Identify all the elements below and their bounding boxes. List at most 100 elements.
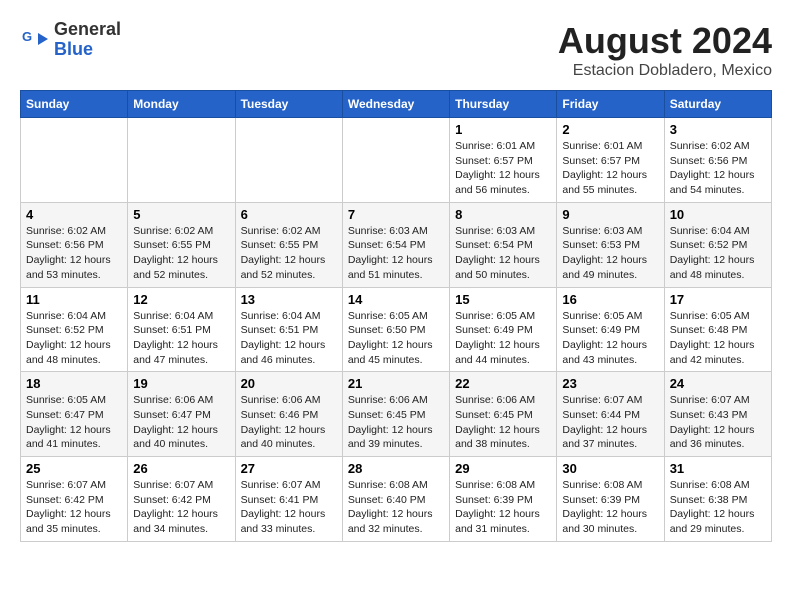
- day-number: 30: [562, 461, 658, 476]
- calendar-cell: 20 Sunrise: 6:06 AMSunset: 6:46 PMDayligh…: [235, 372, 342, 457]
- weekday-thursday: Thursday: [450, 91, 557, 118]
- logo: G General Blue: [20, 20, 121, 60]
- weekday-saturday: Saturday: [664, 91, 771, 118]
- day-info: Sunrise: 6:03 AMSunset: 6:53 PMDaylight:…: [562, 224, 658, 283]
- calendar-cell: 5Sunrise: 6:02 AMSunset: 6:55 PMDaylight…: [128, 202, 235, 287]
- calendar-cell: 6 Sunrise: 6:02 AMSunset: 6:55 PMDaylight…: [235, 202, 342, 287]
- calendar-body: 1 Sunrise: 6:01 AMSunset: 6:57 PMDaylight…: [21, 118, 772, 542]
- day-info: Sunrise: 6:07 AMSunset: 6:41 PMDaylight:…: [241, 478, 337, 537]
- calendar-cell: 16 Sunrise: 6:05 AMSunset: 6:49 PMDayligh…: [557, 287, 664, 372]
- calendar-week-3: 11 Sunrise: 6:04 AMSunset: 6:52 PMDayligh…: [21, 287, 772, 372]
- day-number: 14: [348, 292, 444, 307]
- day-info: Sunrise: 6:08 AMSunset: 6:38 PMDaylight:…: [670, 478, 766, 537]
- day-number: 21: [348, 376, 444, 391]
- logo-icon: G: [20, 25, 50, 55]
- day-info: Sunrise: 6:04 AMSunset: 6:51 PMDaylight:…: [133, 309, 229, 368]
- day-number: 25: [26, 461, 122, 476]
- day-info: Sunrise: 6:06 AMSunset: 6:46 PMDaylight:…: [241, 393, 337, 452]
- day-number: 3: [670, 122, 766, 137]
- calendar-week-4: 18Sunrise: 6:05 AMSunset: 6:47 PMDayligh…: [21, 372, 772, 457]
- day-info: Sunrise: 6:04 AMSunset: 6:51 PMDaylight:…: [241, 309, 337, 368]
- weekday-friday: Friday: [557, 91, 664, 118]
- calendar-cell: 1 Sunrise: 6:01 AMSunset: 6:57 PMDaylight…: [450, 118, 557, 203]
- day-info: Sunrise: 6:05 AMSunset: 6:50 PMDaylight:…: [348, 309, 444, 368]
- day-info: Sunrise: 6:06 AMSunset: 6:45 PMDaylight:…: [348, 393, 444, 452]
- day-info: Sunrise: 6:06 AMSunset: 6:47 PMDaylight:…: [133, 393, 229, 452]
- day-info: Sunrise: 6:05 AMSunset: 6:48 PMDaylight:…: [670, 309, 766, 368]
- day-number: 2: [562, 122, 658, 137]
- day-info: Sunrise: 6:02 AMSunset: 6:56 PMDaylight:…: [26, 224, 122, 283]
- calendar-cell: 4 Sunrise: 6:02 AMSunset: 6:56 PMDaylight…: [21, 202, 128, 287]
- day-info: Sunrise: 6:08 AMSunset: 6:39 PMDaylight:…: [455, 478, 551, 537]
- weekday-header-row: SundayMondayTuesdayWednesdayThursdayFrid…: [21, 91, 772, 118]
- logo-line2: Blue: [54, 39, 93, 59]
- calendar-cell: 27 Sunrise: 6:07 AMSunset: 6:41 PMDayligh…: [235, 457, 342, 542]
- day-info: Sunrise: 6:07 AMSunset: 6:44 PMDaylight:…: [562, 393, 658, 452]
- day-number: 16: [562, 292, 658, 307]
- day-number: 1: [455, 122, 551, 137]
- calendar-week-2: 4 Sunrise: 6:02 AMSunset: 6:56 PMDaylight…: [21, 202, 772, 287]
- day-number: 28: [348, 461, 444, 476]
- day-info: Sunrise: 6:07 AMSunset: 6:43 PMDaylight:…: [670, 393, 766, 452]
- calendar-cell: [21, 118, 128, 203]
- page-header: G General Blue August 2024 Estacion Dobl…: [20, 20, 772, 80]
- calendar-cell: 18Sunrise: 6:05 AMSunset: 6:47 PMDayligh…: [21, 372, 128, 457]
- day-number: 26: [133, 461, 229, 476]
- day-number: 22: [455, 376, 551, 391]
- day-info: Sunrise: 6:05 AMSunset: 6:49 PMDaylight:…: [562, 309, 658, 368]
- logo-line1: General: [54, 19, 121, 39]
- day-info: Sunrise: 6:03 AMSunset: 6:54 PMDaylight:…: [348, 224, 444, 283]
- calendar-cell: 7Sunrise: 6:03 AMSunset: 6:54 PMDaylight…: [342, 202, 449, 287]
- day-number: 10: [670, 207, 766, 222]
- day-number: 19: [133, 376, 229, 391]
- day-number: 18: [26, 376, 122, 391]
- day-info: Sunrise: 6:01 AMSunset: 6:57 PMDaylight:…: [455, 139, 551, 198]
- day-info: Sunrise: 6:04 AMSunset: 6:52 PMDaylight:…: [670, 224, 766, 283]
- day-info: Sunrise: 6:02 AMSunset: 6:55 PMDaylight:…: [133, 224, 229, 283]
- day-info: Sunrise: 6:02 AMSunset: 6:55 PMDaylight:…: [241, 224, 337, 283]
- day-number: 15: [455, 292, 551, 307]
- calendar-cell: 29 Sunrise: 6:08 AMSunset: 6:39 PMDayligh…: [450, 457, 557, 542]
- calendar-cell: 21 Sunrise: 6:06 AMSunset: 6:45 PMDayligh…: [342, 372, 449, 457]
- calendar-cell: [128, 118, 235, 203]
- month-year: August 2024: [558, 20, 772, 62]
- day-number: 6: [241, 207, 337, 222]
- calendar-cell: 25Sunrise: 6:07 AMSunset: 6:42 PMDayligh…: [21, 457, 128, 542]
- day-number: 29: [455, 461, 551, 476]
- day-info: Sunrise: 6:08 AMSunset: 6:40 PMDaylight:…: [348, 478, 444, 537]
- day-number: 8: [455, 207, 551, 222]
- calendar-cell: 3 Sunrise: 6:02 AMSunset: 6:56 PMDaylight…: [664, 118, 771, 203]
- calendar-cell: [342, 118, 449, 203]
- weekday-monday: Monday: [128, 91, 235, 118]
- day-number: 9: [562, 207, 658, 222]
- calendar-cell: 31 Sunrise: 6:08 AMSunset: 6:38 PMDayligh…: [664, 457, 771, 542]
- calendar-cell: 15Sunrise: 6:05 AMSunset: 6:49 PMDayligh…: [450, 287, 557, 372]
- day-number: 11: [26, 292, 122, 307]
- calendar-cell: 24 Sunrise: 6:07 AMSunset: 6:43 PMDayligh…: [664, 372, 771, 457]
- calendar-week-1: 1 Sunrise: 6:01 AMSunset: 6:57 PMDaylight…: [21, 118, 772, 203]
- day-info: Sunrise: 6:02 AMSunset: 6:56 PMDaylight:…: [670, 139, 766, 198]
- day-number: 31: [670, 461, 766, 476]
- calendar-cell: 11 Sunrise: 6:04 AMSunset: 6:52 PMDayligh…: [21, 287, 128, 372]
- title-block: August 2024 Estacion Dobladero, Mexico: [558, 20, 772, 80]
- day-info: Sunrise: 6:08 AMSunset: 6:39 PMDaylight:…: [562, 478, 658, 537]
- calendar-cell: 30 Sunrise: 6:08 AMSunset: 6:39 PMDayligh…: [557, 457, 664, 542]
- calendar-cell: 10 Sunrise: 6:04 AMSunset: 6:52 PMDayligh…: [664, 202, 771, 287]
- day-number: 20: [241, 376, 337, 391]
- calendar-week-5: 25 Sunrise: 6:07 AMSunset: 6:42 PMDayligh…: [21, 457, 772, 542]
- day-info: Sunrise: 6:01 AMSunset: 6:57 PMDaylight:…: [562, 139, 658, 198]
- calendar-cell: 2 Sunrise: 6:01 AMSunset: 6:57 PMDaylight…: [557, 118, 664, 203]
- day-number: 4: [26, 207, 122, 222]
- location: Estacion Dobladero, Mexico: [558, 62, 772, 80]
- calendar-cell: 14 Sunrise: 6:05 AMSunset: 6:50 PMDayligh…: [342, 287, 449, 372]
- logo-text: General Blue: [54, 20, 121, 60]
- svg-text:G: G: [22, 29, 32, 44]
- calendar-cell: 28 Sunrise: 6:08 AMSunset: 6:40 PMDayligh…: [342, 457, 449, 542]
- day-number: 23: [562, 376, 658, 391]
- day-number: 27: [241, 461, 337, 476]
- day-info: Sunrise: 6:04 AMSunset: 6:52 PMDaylight:…: [26, 309, 122, 368]
- day-info: Sunrise: 6:03 AMSunset: 6:54 PMDaylight:…: [455, 224, 551, 283]
- calendar-cell: 13Sunrise: 6:04 AMSunset: 6:51 PMDayligh…: [235, 287, 342, 372]
- day-number: 24: [670, 376, 766, 391]
- day-info: Sunrise: 6:07 AMSunset: 6:42 PMDaylight:…: [133, 478, 229, 537]
